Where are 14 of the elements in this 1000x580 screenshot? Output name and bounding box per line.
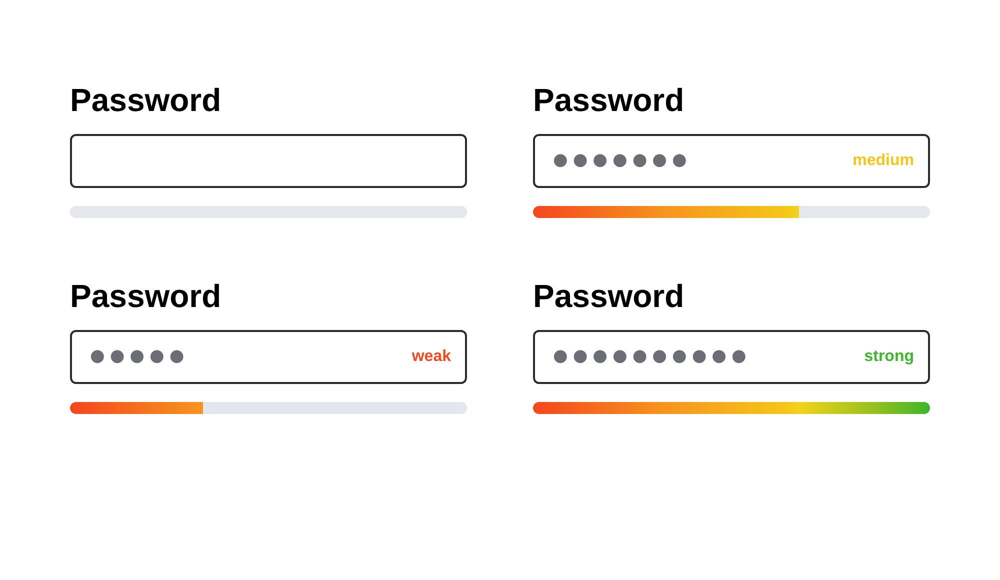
field-label: Password: [70, 280, 222, 312]
field-label: Password: [533, 280, 684, 312]
field-label: Password: [533, 84, 684, 116]
masked-password: ●●●●●●●●●●: [553, 345, 752, 368]
password-field[interactable]: ●●●●●●●●●● strong: [533, 330, 930, 384]
strength-label: strong: [864, 347, 914, 367]
masked-password: ●●●●●●●: [553, 149, 692, 172]
password-field[interactable]: ●●●●●●● medium: [533, 134, 930, 188]
field-label: Password: [70, 84, 222, 116]
masked-password: ●●●●●: [90, 345, 190, 368]
password-field[interactable]: ●●●●● weak: [70, 330, 467, 384]
strength-label: weak: [412, 347, 451, 367]
password-field[interactable]: [70, 134, 467, 188]
strength-label: medium: [852, 151, 914, 171]
